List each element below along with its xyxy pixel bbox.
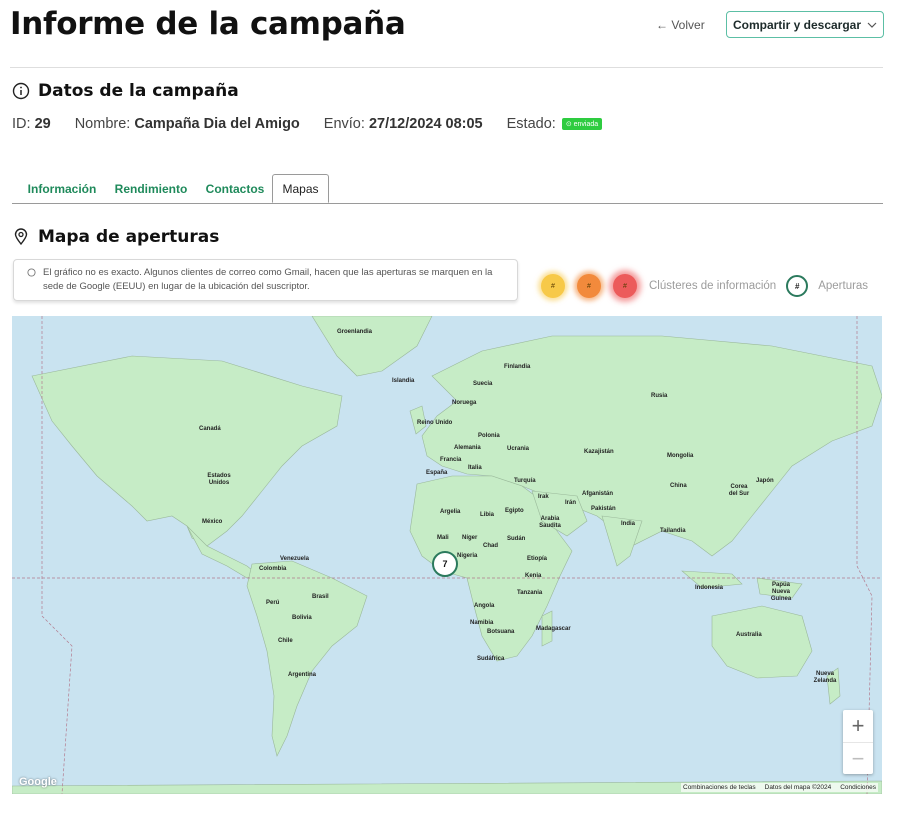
map-label: Mongolia [667,453,694,459]
map-label: Kenia [525,573,542,579]
cluster-orange-dot: # [577,274,601,298]
terms-link[interactable]: Condiciones [840,784,876,791]
opens-label: Aperturas [818,280,869,292]
info-icon [12,82,30,100]
map-label: India [621,521,636,527]
campaign-send-date: Envío: 27/12/2024 08:05 [323,116,483,132]
map-label: Afganistán [582,491,614,497]
tab-rendimiento[interactable]: Rendimiento [112,174,190,203]
map-label: Corea del Sur [728,484,750,497]
location-pin-icon [14,228,28,246]
tab-informacion[interactable]: Información [12,174,112,203]
map-label: Tailandia [660,528,686,534]
campaign-meta: ID: 29 Nombre: Campaña Dia del Amigo Env… [12,116,603,132]
info-icon [27,268,36,277]
world-map[interactable]: Groenlandia Finlandia Islandia Suecia No… [12,316,882,794]
map-label: Arabia Saudita [539,516,561,529]
zoom-out-button[interactable]: − [843,742,873,774]
map-label: Japón [756,478,774,484]
map-label: Chile [278,638,293,644]
tab-mapas[interactable]: Mapas [272,174,329,203]
google-logo: Google [19,776,57,788]
map-label: Francia [440,457,462,463]
map-label: Egipto [505,508,524,514]
map-label: Bolivia [292,615,312,621]
map-label: Ucrania [507,446,530,452]
tab-contactos[interactable]: Contactos [196,174,274,203]
map-label: Etiopía [527,556,548,562]
map-label: Colombia [259,566,287,572]
campaign-section-label: Datos de la campaña [38,81,239,101]
map-label: Noruega [452,400,477,406]
opens-dot: # [786,275,809,297]
cluster-red-dot: # [613,274,637,298]
chevron-down-icon [867,22,877,28]
map-label: Italia [468,465,482,471]
campaign-id: ID: 29 [12,116,51,132]
map-label: Polonia [478,433,500,439]
map-label: Mali [437,535,449,541]
map-label: Turquía [514,478,536,484]
map-label: Venezuela [280,556,310,562]
map-label: Estados Unidos [207,473,231,486]
map-label: China [670,483,687,489]
map-data-text: Datos del mapa ©2024 [764,784,832,791]
map-label: Argelia [440,509,461,515]
map-label: Rusia [651,393,668,399]
map-label: Alemania [454,445,481,451]
map-label: Pakistán [591,506,616,512]
share-label: Compartir y descargar [732,17,862,32]
share-download-button[interactable]: Compartir y descargar [726,11,884,38]
map-label: Nigeria [457,553,478,559]
map-label: Madagascar [536,626,571,632]
map-label: Libia [480,512,495,518]
back-link[interactable]: ← Volver [656,18,705,32]
map-label: España [426,470,448,476]
map-label: México [202,519,223,525]
map-label: Islandia [392,378,415,384]
map-label: Finlandia [504,364,531,370]
map-section-title: Mapa de aperturas [12,227,219,247]
campaign-section-title: Datos de la campaña [12,81,239,101]
map-label: Namibia [470,620,494,626]
zoom-controls: + − [843,710,873,774]
map-label: Brasil [312,594,329,600]
map-label: Kazajistán [584,449,614,455]
map-label: Angola [474,603,495,609]
map-label: Botsuana [487,629,515,635]
campaign-name: Nombre: Campaña Dia del Amigo [74,116,300,132]
map-label: Argentina [288,672,317,678]
map-label: Groenlandia [337,329,373,335]
map-label: Perú [266,600,280,606]
map-legend: # # # Clústeres de información # Apertur… [541,274,878,298]
map-label: Irán [565,500,577,506]
map-label: Papúa Nueva Guinea [770,582,792,602]
map-label: Irak [538,494,549,500]
opens-cluster-marker[interactable]: 7 [432,551,458,577]
map-label: Canadá [199,426,221,432]
keyboard-shortcuts-link[interactable]: Combinaciones de teclas [683,784,756,791]
page-title: Informe de la campaña [10,6,406,42]
map-label: Chad [483,543,498,549]
map-label: Nueva Zelanda [813,671,837,684]
map-accuracy-notice: El gráfico no es exacto. Algunos cliente… [13,259,518,301]
map-label: Sudáfrica [477,656,505,662]
notice-text: El gráfico no es exacto. Algunos cliente… [43,267,493,292]
report-tabs: Información Rendimiento Contactos Mapas [12,174,883,204]
map-label: Indonesia [695,585,724,591]
cluster-yellow-dot: # [541,274,565,298]
map-label: Reino Unido [417,420,453,426]
map-label: Sudán [507,536,526,542]
map-section-label: Mapa de aperturas [38,227,220,247]
clusters-label: Clústeres de información [649,280,777,292]
map-attribution: Combinaciones de teclas Datos del mapa ©… [681,783,878,792]
header-divider [10,67,883,68]
map-label: Australia [736,632,762,638]
campaign-status: Estado: ⊙ enviada [507,116,603,132]
status-badge: ⊙ enviada [561,118,603,131]
map-label: Níger [462,535,478,541]
map-label: Tanzania [517,590,543,596]
map-label: Suecia [473,381,493,387]
zoom-in-button[interactable]: + [843,710,873,742]
